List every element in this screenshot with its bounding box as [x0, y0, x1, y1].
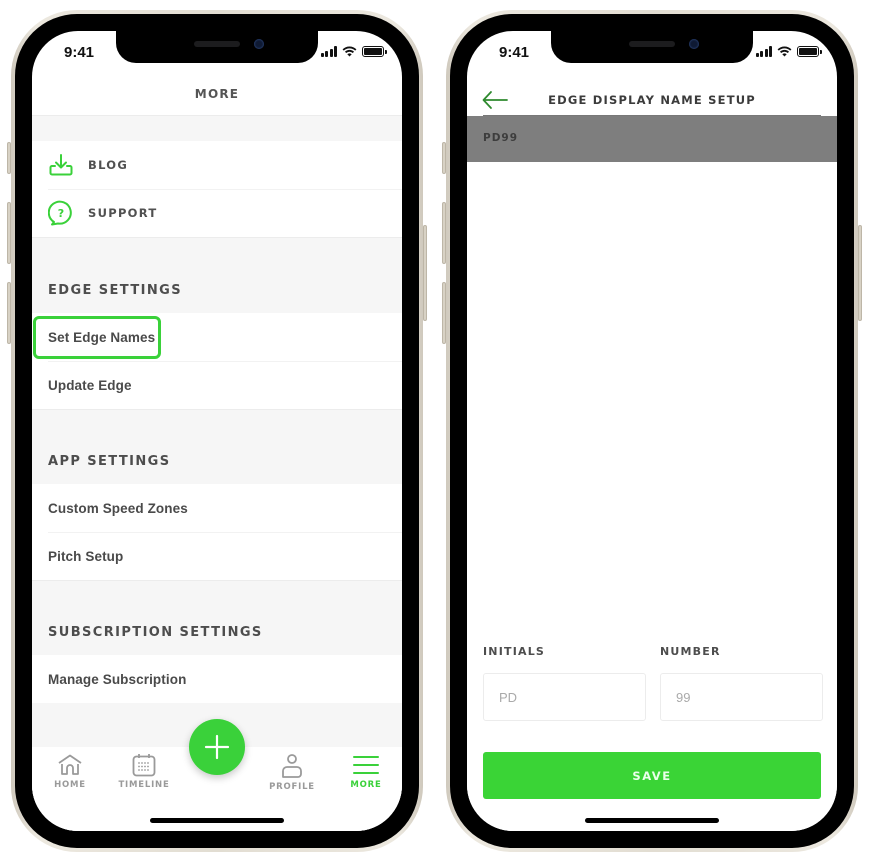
tab-timeline[interactable]: TIMELINE	[114, 753, 174, 790]
menu-item-pitch-setup[interactable]: Pitch Setup	[32, 532, 402, 580]
phone-frame-right: 9:41 EDGE DISPLAY NAME SETUP PD99 INITIA…	[442, 10, 862, 852]
initials-label: INITIALS	[483, 645, 546, 658]
volume-down-button	[7, 282, 11, 344]
status-time: 9:41	[64, 44, 95, 61]
wifi-icon	[342, 46, 357, 57]
section-header-edge-settings: EDGE SETTINGS	[32, 283, 402, 313]
page-title: MORE	[194, 87, 240, 101]
home-indicator	[150, 818, 284, 823]
initials-input[interactable]	[483, 673, 646, 721]
menu-item-custom-speed-zones[interactable]: Custom Speed Zones	[32, 484, 402, 532]
tab-label: PROFILE	[269, 782, 315, 792]
cellular-signal-icon	[320, 46, 337, 57]
edge-display-name-screen: 9:41 EDGE DISPLAY NAME SETUP PD99 INITIA…	[467, 31, 837, 831]
section-header-subscription-settings: SUBSCRIPTION SETTINGS	[32, 625, 402, 655]
number-label: NUMBER	[660, 645, 721, 658]
volume-down-button	[442, 282, 446, 344]
mute-switch	[7, 142, 11, 174]
menu-item-label: BLOG	[88, 158, 129, 172]
menu-item-set-edge-names[interactable]: Set Edge Names	[32, 313, 402, 361]
battery-icon	[797, 46, 822, 57]
tab-more[interactable]: MORE	[336, 753, 396, 790]
tab-label: TIMELINE	[118, 780, 170, 790]
calendar-icon	[132, 754, 156, 777]
edge-name-label: PD99	[483, 132, 519, 144]
download-icon	[48, 152, 74, 178]
plus-icon	[204, 734, 230, 760]
menu-item-manage-subscription[interactable]: Manage Subscription	[32, 655, 402, 703]
tab-home[interactable]: HOME	[40, 753, 100, 790]
power-button	[423, 225, 427, 321]
status-time: 9:41	[499, 44, 530, 61]
battery-icon	[362, 46, 387, 57]
menu-item-label: Custom Speed Zones	[48, 500, 188, 516]
menu-item-update-edge[interactable]: Update Edge	[32, 361, 402, 409]
section-header-app-settings: APP SETTINGS	[32, 454, 402, 484]
tab-label: MORE	[350, 780, 382, 790]
power-button	[858, 225, 862, 321]
mute-switch	[442, 142, 446, 174]
wifi-icon	[777, 46, 792, 57]
menu-item-label: Update Edge	[48, 377, 132, 393]
phone-frame-left: 9:41 MORE BLOG ? SUPPORT EDGE SETTINGS S…	[7, 10, 427, 852]
menu-item-label: Set Edge Names	[48, 329, 156, 345]
notch	[116, 31, 318, 63]
notch	[551, 31, 753, 63]
home-icon	[58, 754, 82, 775]
number-input[interactable]	[660, 673, 823, 721]
more-screen: 9:41 MORE BLOG ? SUPPORT EDGE SETTINGS S…	[32, 31, 402, 831]
person-icon	[282, 754, 302, 778]
svg-text:?: ?	[58, 207, 64, 220]
menu-item-blog[interactable]: BLOG	[32, 141, 402, 189]
volume-up-button	[442, 202, 446, 264]
save-button[interactable]: SAVE	[483, 752, 821, 799]
menu-item-label: Manage Subscription	[48, 671, 187, 687]
edge-name-list-item[interactable]: PD99	[467, 116, 837, 162]
page-title: EDGE DISPLAY NAME SETUP	[548, 93, 756, 107]
menu-icon	[353, 756, 379, 774]
menu-item-label: Pitch Setup	[48, 548, 124, 564]
home-indicator	[585, 818, 719, 823]
volume-up-button	[7, 202, 11, 264]
menu-item-label: SUPPORT	[88, 206, 158, 220]
cellular-signal-icon	[755, 46, 772, 57]
tab-label: HOME	[54, 780, 86, 790]
add-button[interactable]	[189, 719, 245, 775]
help-bubble-icon: ?	[48, 200, 74, 226]
menu-item-support[interactable]: ? SUPPORT	[32, 189, 402, 237]
edit-name-sheet: INITIALS NUMBER SAVE	[467, 627, 837, 831]
tab-profile[interactable]: PROFILE	[262, 753, 322, 792]
